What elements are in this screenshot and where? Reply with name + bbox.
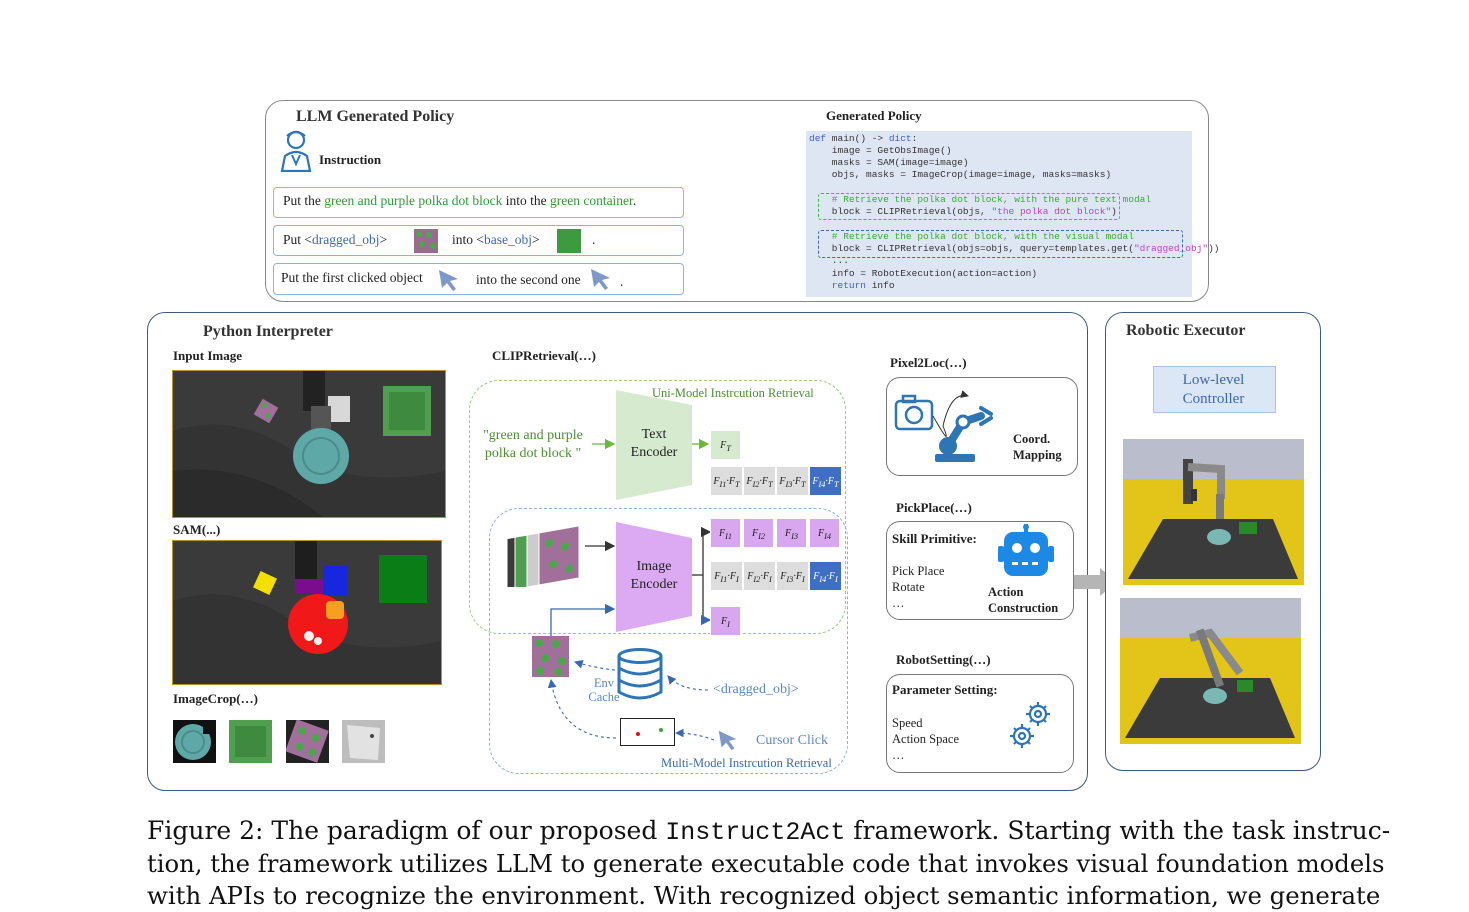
database-icon [616,648,664,700]
figure-caption-line-3: with APIs to recognize the environment. … [147,881,1381,910]
gears-icon [1008,698,1054,750]
pickplace-title: PickPlace(…) [896,500,972,515]
figure-caption-line-2: tion, the framework utilizes LLM to gene… [147,849,1385,878]
camera-robot-icon [893,386,1003,466]
sim-img-cell-2: FI2·FI [743,561,776,591]
dragged-obj-label: <dragged_obj> [713,682,799,697]
img-feat-1: FI1 [710,518,741,548]
skill-item-2: Rotate [892,580,925,594]
sim-cell-1: FI1·FT [710,466,743,496]
skill-item-1: Pick Place [892,564,945,578]
caption-line1c: framework. Starting with the task instru… [845,816,1391,845]
param-item-3: … [892,748,905,762]
low-level-controller-label: Low-level Controller [1182,372,1245,407]
pixel2loc-title: Pixel2Loc(…) [890,355,967,370]
action-construction-label: Action Construction [988,585,1059,615]
sim-img-cell-4: FI4·FI [809,561,842,591]
caption-line1a: Figure 2: The paradigm of our proposed [147,816,666,845]
img-feat-2: FI2 [743,518,774,548]
sim-img-cell-1: FI1·FI [710,561,743,591]
skill-primitive-label: Skill Primitive: [892,531,977,546]
executor-title: Robotic Executor [1126,322,1246,339]
caption-framework-name: Instruct2Act [665,818,846,847]
robot-scene-before [1123,439,1304,585]
sim-cell-2: FI2·FT [743,466,776,496]
robot-scene-after [1120,598,1301,744]
cursor-click-icon [716,728,740,757]
coord-mapping-label: Coord. Mapping [1013,432,1062,462]
robot-face-icon [998,524,1058,580]
env-cache-label: Env Cache [588,676,620,704]
cursor-click-label: Cursor Click [756,733,828,748]
text-encoder-label: Text Encoder [630,427,678,460]
parameter-setting-label: Parameter Setting: [892,682,998,697]
img-feat-3: FI3 [776,518,807,548]
param-item-2: Action Space [892,732,959,746]
click-canvas [620,718,675,746]
robotsetting-title: RobotSetting(…) [896,652,991,667]
sim-cell-3: FI3·FT [776,466,809,496]
image-encoder-label: Image Encoder [630,559,678,592]
sim-img-cell-3: FI3·FI [776,561,809,591]
sim-cell-4: FI4·FT [809,466,842,496]
crop-stack [505,525,590,592]
query-image-feature-cell: FI [710,606,741,636]
query-crop-thumb [532,636,569,677]
img-feat-4: FI4 [809,518,840,548]
param-item-1: Speed [892,716,923,730]
feature-text-cell: FT [710,430,741,460]
skill-item-3: … [892,596,905,610]
figure-caption-line-1: Figure 2: The paradigm of our proposed I… [147,815,1390,849]
